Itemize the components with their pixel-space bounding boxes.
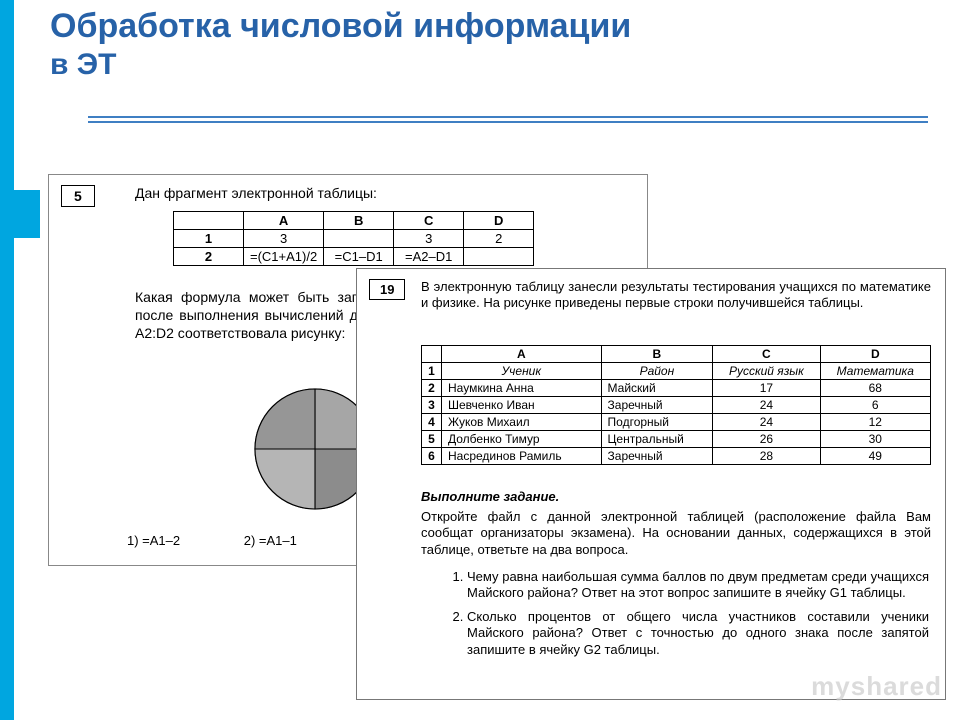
answer-option: 2) =A1–1 <box>244 533 297 548</box>
table-cell: 3 <box>422 397 442 414</box>
table-cell: B <box>324 212 394 230</box>
title-rule-1 <box>88 116 928 118</box>
accent-stripe-small <box>0 190 40 238</box>
table-cell: =A2–D1 <box>394 248 464 266</box>
table-cell: 5 <box>422 431 442 448</box>
table-cell: 2 <box>464 230 534 248</box>
title-rule-2 <box>88 121 928 123</box>
table-cell: =C1–D1 <box>324 248 394 266</box>
table-cell: 4 <box>422 414 442 431</box>
table-cell: 17 <box>713 380 820 397</box>
task19-box: 19 В электронную таблицу занесли результ… <box>356 268 946 700</box>
table-cell: A <box>442 346 602 363</box>
table-cell <box>324 230 394 248</box>
table-cell: Математика <box>820 363 930 380</box>
table-cell: Шевченко Иван <box>442 397 602 414</box>
table-cell: Русский язык <box>713 363 820 380</box>
table-cell: 6 <box>422 448 442 465</box>
table-cell: 2 <box>422 380 442 397</box>
task5-prompt: Дан фрагмент электронной таблицы: <box>135 185 377 201</box>
task19-questions: Чему равна наибольшая сумма баллов по дв… <box>449 569 929 665</box>
table-cell: 12 <box>820 414 930 431</box>
task19-number: 19 <box>369 279 405 300</box>
table-cell: Подгорный <box>601 414 713 431</box>
table-cell: Жуков Михаил <box>442 414 602 431</box>
title-line1: Обработка числовой информации <box>50 6 631 47</box>
table-cell: Заречный <box>601 397 713 414</box>
table-cell: Долбенко Тимур <box>442 431 602 448</box>
task5-answers: 1) =A1–2 2) =A1–1 <box>127 533 357 548</box>
table-cell: 49 <box>820 448 930 465</box>
table-cell: 26 <box>713 431 820 448</box>
table-cell: Центральный <box>601 431 713 448</box>
table-cell: 24 <box>713 397 820 414</box>
table-cell: 24 <box>713 414 820 431</box>
table-cell: Майский <box>601 380 713 397</box>
table-cell: A <box>244 212 324 230</box>
table-cell: Наумкина Анна <box>442 380 602 397</box>
table-cell <box>422 346 442 363</box>
table-cell: 68 <box>820 380 930 397</box>
table-cell <box>174 212 244 230</box>
table-cell: 3 <box>394 230 464 248</box>
table-cell: =(C1+A1)/2 <box>244 248 324 266</box>
page-title: Обработка числовой информации в ЭТ <box>50 6 631 84</box>
table-cell: Ученик <box>442 363 602 380</box>
task19-q2: Сколько процентов от общего числа участн… <box>467 609 929 658</box>
task19-q1: Чему равна наибольшая сумма баллов по дв… <box>467 569 929 602</box>
table-cell: D <box>820 346 930 363</box>
answer-option: 1) =A1–2 <box>127 533 180 548</box>
table-cell: 3 <box>244 230 324 248</box>
title-line2: в ЭТ <box>50 47 631 84</box>
table-cell: 30 <box>820 431 930 448</box>
task19-table: A B C D 1 Ученик Район Русский язык Мате… <box>421 345 931 465</box>
table-cell: Насрединов Рамиль <box>442 448 602 465</box>
table-cell: C <box>713 346 820 363</box>
table-cell: 28 <box>713 448 820 465</box>
table-cell: Заречный <box>601 448 713 465</box>
task19-intro: В электронную таблицу занесли результаты… <box>421 279 931 312</box>
task19-instruction: Откройте файл с данной электронной табли… <box>421 509 931 558</box>
table-cell: 1 <box>422 363 442 380</box>
table-cell <box>464 248 534 266</box>
table-cell: 1 <box>174 230 244 248</box>
task5-table: A B C D 1 3 3 2 2 =(C1+A1)/2 =C1–D1 =A2–… <box>173 211 534 266</box>
table-cell: 6 <box>820 397 930 414</box>
table-cell: D <box>464 212 534 230</box>
table-cell: C <box>394 212 464 230</box>
task19-subhead: Выполните задание. <box>421 489 559 504</box>
task5-number: 5 <box>61 185 95 207</box>
table-cell: B <box>601 346 713 363</box>
accent-stripe <box>0 0 14 720</box>
table-cell: 2 <box>174 248 244 266</box>
table-cell: Район <box>601 363 713 380</box>
